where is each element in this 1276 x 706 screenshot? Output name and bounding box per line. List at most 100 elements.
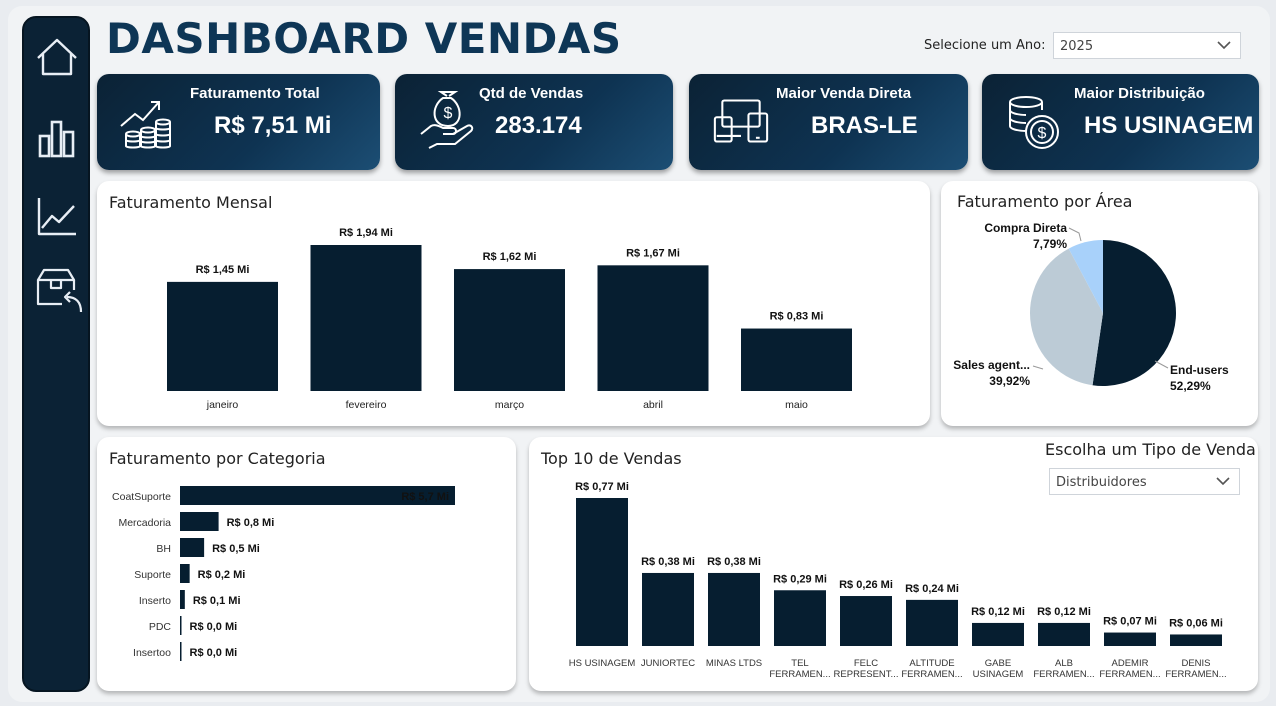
svg-text:$: $ <box>444 105 453 122</box>
nav-home-button[interactable] <box>34 34 80 80</box>
devices-icon <box>713 99 769 143</box>
kpi-card-maior-distribuicao: $ Maior Distribuição HS USINAGEM <box>982 74 1259 170</box>
y-tick-label: Mercadoria <box>118 517 171 529</box>
bar-chart-icon <box>38 120 75 158</box>
data-label: R$ 0,0 Mi <box>190 647 238 659</box>
bar-BH[interactable] <box>180 538 205 557</box>
leader-line <box>1032 365 1044 370</box>
data-label: R$ 0,12 Mi <box>1037 606 1091 618</box>
x-tick-label: ALB <box>1055 658 1073 669</box>
data-label: R$ 5,7 Mi <box>401 491 449 503</box>
bar-Inserto[interactable] <box>180 590 185 609</box>
bar-Suporte[interactable] <box>180 564 190 583</box>
x-tick-label: GABE <box>985 658 1011 669</box>
x-tick-label: HS USINAGEM <box>569 658 636 669</box>
area-revenue-card: Faturamento por Área End-users 52,29% Sale… <box>941 181 1258 426</box>
bar-Insertoo[interactable] <box>180 642 182 661</box>
data-label: R$ 0,83 Mi <box>770 311 824 323</box>
bar-top10-3[interactable] <box>708 572 760 646</box>
data-label: R$ 1,67 Mi <box>626 247 680 259</box>
data-label: R$ 1,45 Mi <box>196 264 250 276</box>
nav-returns-button[interactable] <box>34 266 83 313</box>
bar-janeiro[interactable] <box>167 281 278 391</box>
category-revenue-card: Faturamento por Categoria CoatSuporte R$ … <box>97 437 516 691</box>
bar-top10-1[interactable] <box>576 498 628 646</box>
page-title: DASHBOARD VENDAS <box>106 14 622 63</box>
bar-março[interactable] <box>454 269 565 391</box>
category-bar-chart: CoatSuporte R$ 5,7 Mi Mercadoria R$ 0,8 Mi B… <box>112 486 455 661</box>
bar-top10-9[interactable] <box>1104 632 1156 646</box>
kpi-value: BRAS-LE <box>811 112 918 139</box>
data-label: R$ 1,62 Mi <box>483 251 537 263</box>
bar-top10-8[interactable] <box>1038 622 1090 646</box>
nav-sales-button[interactable] <box>34 114 80 160</box>
leader-line <box>1154 360 1169 369</box>
kpi-label: Maior Distribuição <box>1074 85 1205 102</box>
svg-text:$: $ <box>1038 125 1047 142</box>
top10-sales-card: Top 10 de Vendas Escolha um Tipo de Vend… <box>529 437 1258 691</box>
x-tick-label: DENIS <box>1181 658 1210 669</box>
data-label: R$ 0,38 Mi <box>707 556 761 568</box>
pie-slice-value: 39,92% <box>989 374 1030 388</box>
data-label: R$ 0,0 Mi <box>190 621 238 633</box>
bar-top10-4[interactable] <box>774 590 826 646</box>
pie-slice-0[interactable] <box>1092 240 1176 386</box>
bar-Mercadoria[interactable] <box>180 512 219 531</box>
kpi-card-maior-venda-direta: Maior Venda Direta BRAS-LE <box>689 74 968 170</box>
bar-top10-10[interactable] <box>1170 634 1222 646</box>
money-growth-icon <box>120 101 171 149</box>
x-tick-label: janeiro <box>206 399 239 411</box>
x-tick-label: MINAS LTDS <box>706 658 762 669</box>
monthly-revenue-chart: R$ 1,45 Mi janeiro R$ 1,94 Mi fevereiro R$ 1… <box>167 227 852 411</box>
y-tick-label: BH <box>156 543 171 555</box>
pie-slice-value: 52,29% <box>1170 379 1211 393</box>
x-tick-label: FELC <box>854 658 878 669</box>
data-label: R$ 0,8 Mi <box>227 517 275 529</box>
bar-top10-6[interactable] <box>906 599 958 646</box>
year-select[interactable]: 2025 <box>1053 32 1241 59</box>
data-label: R$ 0,77 Mi <box>575 481 629 493</box>
data-label: R$ 0,12 Mi <box>971 606 1025 618</box>
y-tick-label: Suporte <box>134 569 171 581</box>
x-tick-label: FERRAMEN... <box>1165 669 1226 680</box>
bar-abril[interactable] <box>597 265 709 391</box>
bar-top10-2[interactable] <box>642 572 694 646</box>
pie-slice-name: Compra Direta <box>984 221 1067 235</box>
data-label: R$ 0,29 Mi <box>773 573 827 585</box>
chevron-down-icon <box>1216 39 1232 55</box>
bar-top10-5[interactable] <box>840 596 892 646</box>
data-label: R$ 0,24 Mi <box>905 583 959 595</box>
line-chart-icon <box>37 198 76 236</box>
bar-fevereiro[interactable] <box>310 245 422 391</box>
data-label: R$ 0,5 Mi <box>212 543 260 555</box>
nav-trend-button[interactable] <box>34 194 80 240</box>
y-tick-label: Inserto <box>139 595 171 607</box>
x-tick-label: JUNIORTEC <box>641 658 695 669</box>
x-tick-label: FERRAMEN... <box>1099 669 1160 680</box>
bar-maio[interactable] <box>741 328 852 391</box>
y-tick-label: PDC <box>149 621 172 633</box>
pie-slice-value: 7,79% <box>1033 237 1067 251</box>
data-label: R$ 0,2 Mi <box>198 569 246 581</box>
x-tick-label: fevereiro <box>346 399 387 411</box>
kpi-card-faturamento: Faturamento Total R$ 7,51 Mi <box>97 74 380 170</box>
area-pie-chart: End-users 52,29% Sales agent... 39,92% Compr… <box>953 221 1229 393</box>
data-label: R$ 0,07 Mi <box>1103 616 1157 628</box>
pie-slice-name: Sales agent... <box>953 358 1030 372</box>
data-label: R$ 0,38 Mi <box>641 556 695 568</box>
box-return-icon <box>36 268 83 313</box>
bar-PDC[interactable] <box>180 616 182 635</box>
year-select-label: Selecione um Ano: <box>924 38 1046 53</box>
bar-top10-7[interactable] <box>972 622 1024 646</box>
data-label: R$ 0,26 Mi <box>839 579 893 591</box>
kpi-label: Faturamento Total <box>190 85 320 102</box>
data-label: R$ 1,94 Mi <box>339 227 393 239</box>
top10-bar-chart: R$ 0,77 Mi HS USINAGEM R$ 0,38 Mi JUNIORTEC… <box>569 481 1227 680</box>
kpi-label: Maior Venda Direta <box>776 85 912 102</box>
pie-slice-name: End-users <box>1170 363 1229 377</box>
kpi-value: 283.174 <box>495 112 582 139</box>
x-tick-label: TEL <box>791 658 808 669</box>
kpi-value: R$ 7,51 Mi <box>214 112 332 139</box>
kpi-value: HS USINAGEM <box>1084 112 1254 139</box>
x-tick-label: ALTITUDE <box>909 658 954 669</box>
